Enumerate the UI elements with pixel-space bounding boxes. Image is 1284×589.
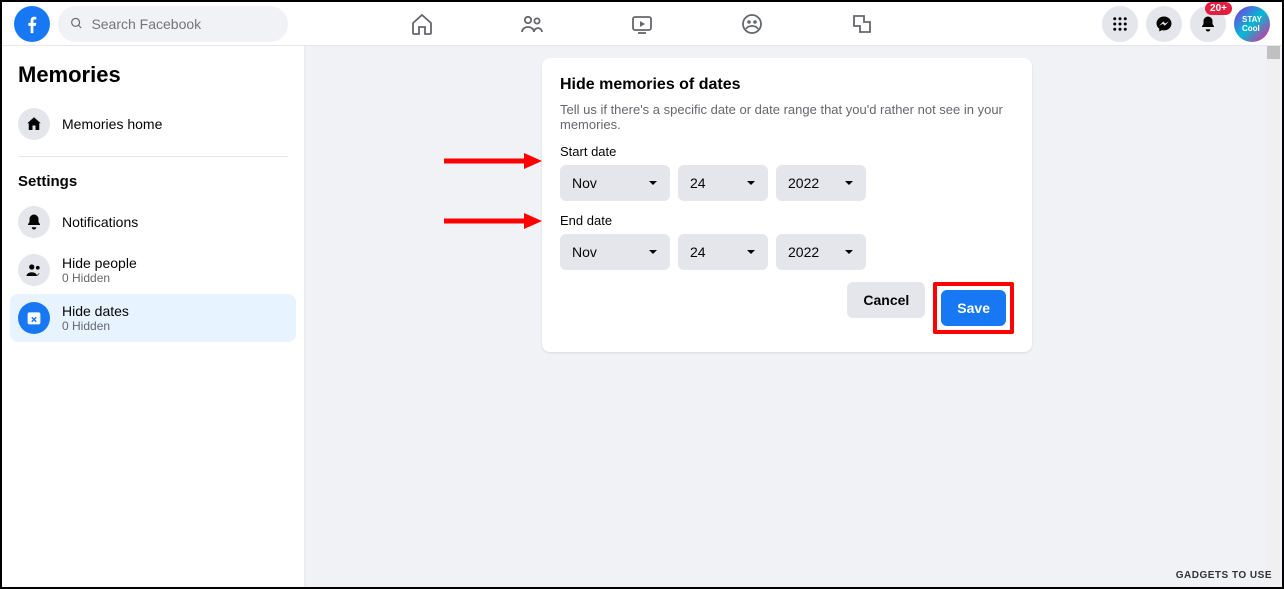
sidebar-item-hide-dates[interactable]: Hide dates 0 Hidden [10, 294, 296, 342]
sidebar-item-sub: 0 Hidden [62, 271, 137, 285]
facebook-f-icon [21, 13, 43, 35]
sidebar-item-hide-people[interactable]: Hide people 0 Hidden [10, 246, 296, 294]
main-area: Hide memories of dates Tell us if there'… [304, 46, 1282, 587]
start-date-label: Start date [560, 144, 1014, 159]
calendar-x-icon [18, 302, 50, 334]
facebook-logo[interactable] [14, 6, 50, 42]
search-icon [70, 16, 83, 31]
sidebar-item-notifications[interactable]: Notifications [10, 198, 296, 246]
page-title: Memories [10, 62, 296, 100]
chevron-down-icon [746, 178, 756, 188]
save-button[interactable]: Save [941, 290, 1006, 326]
chevron-down-icon [844, 247, 854, 257]
settings-heading: Settings [10, 165, 296, 198]
card-actions: Cancel Save [560, 282, 1014, 334]
layout: Memories Memories home Settings Notifica… [2, 46, 1282, 587]
nav-friends[interactable] [512, 4, 552, 44]
start-year-select[interactable]: 2022 [776, 165, 866, 201]
chevron-down-icon [648, 178, 658, 188]
chevron-down-icon [746, 247, 756, 257]
center-nav [402, 4, 882, 44]
annotation-arrow [444, 146, 544, 181]
avatar[interactable]: STAYCool [1234, 6, 1270, 42]
card-title: Hide memories of dates [560, 76, 1014, 94]
grid-icon [1111, 15, 1129, 33]
top-header: 20+ STAYCool [2, 2, 1282, 46]
groups-icon [740, 12, 764, 36]
sidebar-item-label: Hide dates [62, 303, 129, 319]
card-description: Tell us if there's a specific date or da… [560, 102, 1014, 132]
gaming-icon [850, 12, 874, 36]
bell-icon [1199, 15, 1217, 33]
sidebar-item-label: Notifications [62, 214, 138, 230]
sidebar-item-label: Hide people [62, 255, 137, 271]
annotation-arrow [444, 206, 544, 241]
scrollbar-track[interactable] [1267, 46, 1280, 585]
notifications-button[interactable]: 20+ [1190, 6, 1226, 42]
save-highlight-annotation: Save [933, 282, 1014, 334]
sidebar-item-sub: 0 Hidden [62, 319, 129, 333]
menu-button[interactable] [1102, 6, 1138, 42]
nav-watch[interactable] [622, 4, 662, 44]
friends-icon [520, 12, 544, 36]
bell-icon [18, 206, 50, 238]
right-nav: 20+ STAYCool [1102, 6, 1270, 42]
scrollbar-thumb[interactable] [1267, 46, 1280, 59]
nav-groups[interactable] [732, 4, 772, 44]
home-icon [410, 12, 434, 36]
notification-badge: 20+ [1205, 2, 1232, 15]
watermark: GADGETS TO USE [1176, 570, 1272, 581]
chevron-down-icon [844, 178, 854, 188]
end-date-label: End date [560, 213, 1014, 228]
nav-gaming[interactable] [842, 4, 882, 44]
end-year-select[interactable]: 2022 [776, 234, 866, 270]
messenger-icon [1155, 15, 1173, 33]
start-date-selects: Nov 24 2022 [560, 165, 1014, 201]
search-input[interactable] [91, 16, 276, 32]
hide-dates-card: Hide memories of dates Tell us if there'… [542, 58, 1032, 352]
end-month-select[interactable]: Nov [560, 234, 670, 270]
search-box[interactable] [58, 6, 288, 42]
end-date-selects: Nov 24 2022 [560, 234, 1014, 270]
sidebar-item-memories-home[interactable]: Memories home [10, 100, 296, 148]
divider [18, 156, 288, 157]
sidebar-item-label: Memories home [62, 116, 162, 132]
people-icon [18, 254, 50, 286]
watch-icon [630, 12, 654, 36]
cancel-button[interactable]: Cancel [847, 282, 925, 318]
sidebar: Memories Memories home Settings Notifica… [2, 46, 304, 587]
nav-home[interactable] [402, 4, 442, 44]
chevron-down-icon [648, 247, 658, 257]
end-day-select[interactable]: 24 [678, 234, 768, 270]
start-day-select[interactable]: 24 [678, 165, 768, 201]
house-icon [18, 108, 50, 140]
start-month-select[interactable]: Nov [560, 165, 670, 201]
messenger-button[interactable] [1146, 6, 1182, 42]
